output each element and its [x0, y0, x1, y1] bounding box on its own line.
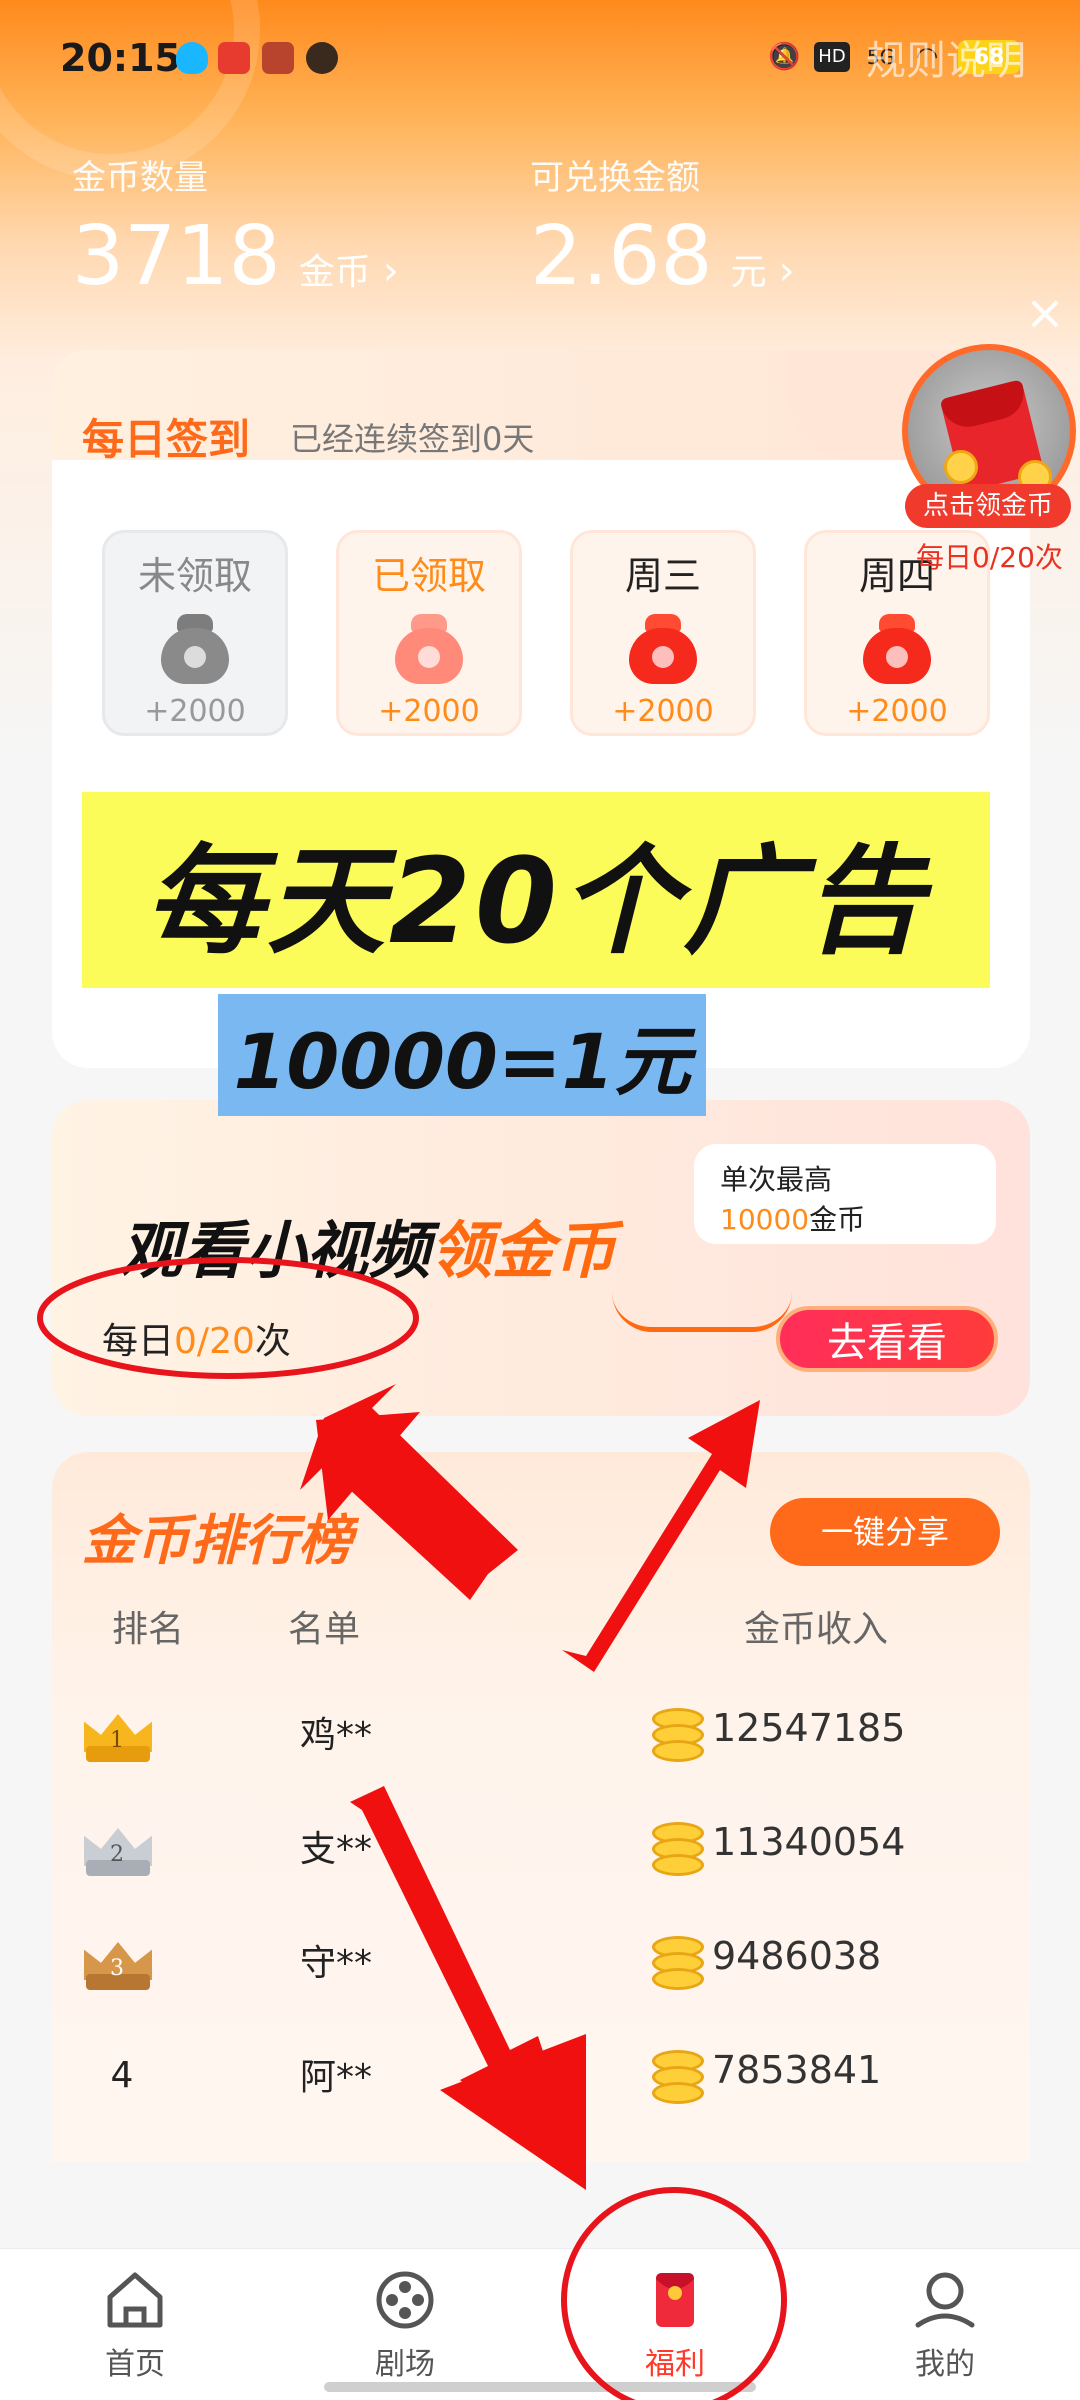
- gold-crown-icon: 1: [80, 1706, 156, 1764]
- day-reward: +2000: [378, 694, 480, 729]
- gesture-home-indicator: [324, 2382, 756, 2392]
- close-icon[interactable]: ×: [1022, 289, 1068, 337]
- overlay-caption-blue: 10000=1元: [218, 994, 706, 1116]
- cash-balance-value: 2.68: [530, 209, 713, 304]
- watch-video-task-card: 观看小视频领金币 单次最高 10000金币 每日0/20次 去看看: [52, 1100, 1030, 1416]
- day-label: 周三: [624, 554, 701, 598]
- sign-in-streak: 已经连续签到0天: [290, 420, 535, 458]
- home-icon: [102, 2269, 168, 2331]
- app-notification-icon: [218, 42, 250, 74]
- bronze-crown-icon: 3: [80, 1934, 156, 1992]
- chevron-right-icon: ›: [382, 248, 399, 294]
- sign-in-title: 每日签到: [82, 415, 251, 464]
- coin-balance-unit: 金币: [298, 252, 371, 293]
- day-reward: +2000: [144, 694, 246, 729]
- nav-label: 福利: [645, 2347, 705, 2382]
- video-daily-count: 每日0/20次: [102, 1321, 291, 1362]
- coin-balance[interactable]: 金币数量 3718 金币 ›: [72, 150, 399, 304]
- cash-balance-unit: 元: [730, 252, 767, 293]
- sign-in-day[interactable]: 已领取 +2000: [336, 530, 522, 736]
- overlay-caption-yellow: 每天20个广告: [82, 792, 990, 988]
- rules-link[interactable]: 规则说明: [866, 28, 1026, 86]
- coin-stack-icon: [648, 1702, 710, 1766]
- wallet-notification-icon: [262, 42, 294, 74]
- nav-item-theater[interactable]: 剧场: [270, 2249, 540, 2400]
- day-label: 未领取: [137, 554, 252, 598]
- leaderboard-coins: 9486038: [712, 1934, 882, 1978]
- cash-balance[interactable]: 可兑换金额 2.68 元 ›: [530, 150, 795, 304]
- leaderboard-coins: 11340054: [712, 1820, 906, 1864]
- money-bag-icon: [625, 614, 701, 684]
- max-reward-bubble: 单次最高 10000金币: [694, 1144, 996, 1244]
- coin-leaderboard-card: 金币排行榜 一键分享 排名 名单 金币收入 1 鸡** 12547185 2 支…: [52, 1452, 1030, 2162]
- column-header-name: 名单: [288, 1609, 361, 1650]
- day-reward: +2000: [612, 694, 714, 729]
- mute-icon: 🔕: [768, 42, 801, 72]
- check-circle-icon: [306, 42, 338, 74]
- leaderboard-row: 4 阿** 7853841: [52, 2022, 1030, 2134]
- floating-daily-count: 每日0/20次: [916, 541, 1063, 574]
- nav-item-welfare[interactable]: 福利: [540, 2249, 810, 2400]
- day-reward: +2000: [846, 694, 948, 729]
- day-label: 已领取: [371, 554, 486, 598]
- rank-number: 4: [110, 2055, 134, 2096]
- leaderboard-coins: 12547185: [712, 1706, 906, 1750]
- leaderboard-name: 支**: [300, 1829, 373, 1870]
- go-watch-button[interactable]: 去看看: [776, 1306, 998, 1372]
- leaderboard-coins: 7853841: [712, 2048, 882, 2092]
- film-reel-icon: [372, 2269, 438, 2331]
- coin-balance-value: 3718: [72, 209, 281, 304]
- chevron-right-icon: ›: [778, 248, 795, 294]
- video-task-title: 观看小视频领金币: [120, 1214, 617, 1287]
- leaderboard-row: 2 支** 11340054: [52, 1794, 1030, 1906]
- nav-label: 我的: [915, 2347, 975, 2382]
- money-bag-icon: [391, 614, 467, 684]
- leaderboard-name: 阿**: [300, 2057, 373, 2098]
- coin-balance-label: 金币数量: [72, 158, 208, 198]
- cash-balance-label: 可兑换金额: [530, 158, 700, 198]
- hd-icon: HD: [814, 42, 850, 72]
- profile-icon: [912, 2269, 978, 2331]
- leaderboard-name: 守**: [300, 1943, 373, 1984]
- share-button[interactable]: 一键分享: [770, 1498, 1000, 1566]
- leaderboard-name: 鸡**: [300, 1715, 373, 1756]
- column-header-income: 金币收入: [744, 1609, 889, 1650]
- silver-crown-icon: 2: [80, 1820, 156, 1878]
- status-bar: 20:15 🔕 HD 5G ◠ 68 规则说明: [0, 0, 1080, 120]
- leaderboard-row: 1 鸡** 12547185: [52, 1680, 1030, 1792]
- money-bag-icon: [157, 614, 233, 684]
- red-packet-icon: [642, 2269, 708, 2331]
- nav-label: 首页: [105, 2347, 165, 2382]
- coin-stack-icon: [648, 2044, 710, 2108]
- status-time: 20:15: [60, 36, 181, 80]
- nav-label: 剧场: [375, 2347, 435, 2382]
- leaderboard-row: 3 守** 9486038: [52, 1908, 1030, 2020]
- qq-icon: [176, 42, 208, 74]
- coin-stack-icon: [648, 1930, 710, 1994]
- leaderboard-title: 金币排行榜: [82, 1509, 352, 1572]
- decorative-swoosh: [612, 1292, 792, 1332]
- sign-in-day[interactable]: 未领取 +2000: [102, 530, 288, 736]
- claim-coins-pill[interactable]: 点击领金币: [905, 484, 1071, 528]
- column-header-rank: 排名: [112, 1609, 185, 1650]
- nav-item-home[interactable]: 首页: [0, 2249, 270, 2400]
- money-bag-icon: [859, 614, 935, 684]
- bottom-navigation: 首页 剧场 福利 我的: [0, 2248, 1080, 2400]
- sign-in-day[interactable]: 周三 +2000: [570, 530, 756, 736]
- nav-item-mine[interactable]: 我的: [810, 2249, 1080, 2400]
- coin-stack-icon: [648, 1816, 710, 1880]
